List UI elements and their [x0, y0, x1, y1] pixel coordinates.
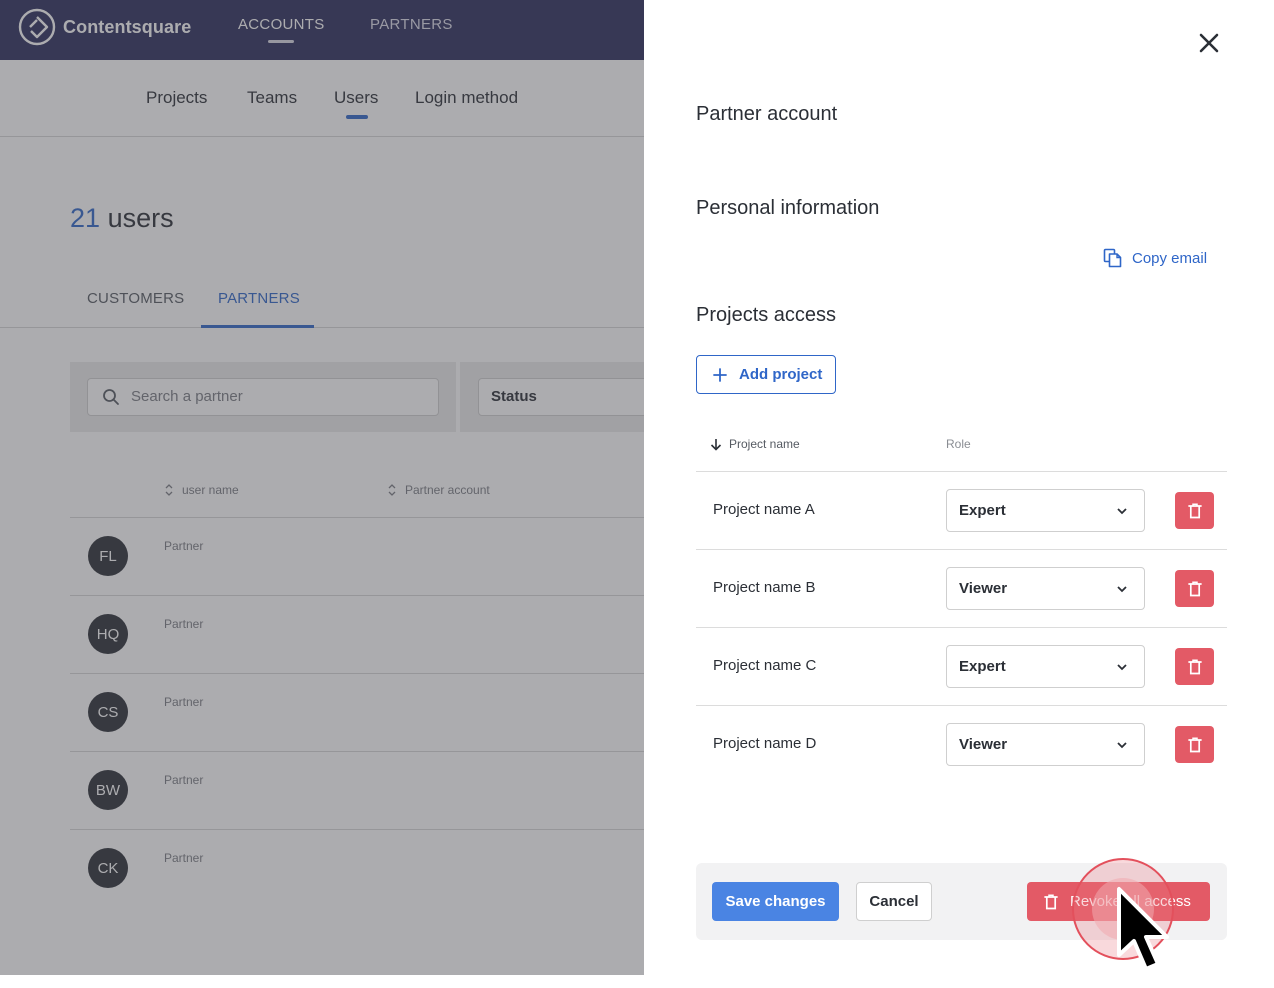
personal-information-title: Personal information [696, 197, 880, 219]
modal-backdrop[interactable] [0, 0, 644, 975]
role-select-value: Viewer [959, 736, 1008, 753]
copy-email-button[interactable]: Copy email [1103, 248, 1207, 268]
background-app: Contentsquare ACCOUNTS PARTNERS Projects… [0, 0, 644, 975]
role-select[interactable]: Viewer [946, 567, 1145, 610]
copy-icon [1103, 248, 1122, 268]
role-select[interactable]: Viewer [946, 723, 1145, 766]
role-select[interactable]: Expert [946, 489, 1145, 532]
column-header-label: Project name [729, 437, 800, 451]
row-divider [696, 627, 1227, 628]
projects-access-title: Projects access [696, 304, 837, 326]
row-divider [696, 705, 1227, 706]
chevron-down-icon [1117, 664, 1127, 671]
row-divider [696, 471, 1227, 472]
project-name: Project name A [713, 501, 815, 518]
role-select-value: Viewer [959, 580, 1008, 597]
role-select[interactable]: Expert [946, 645, 1145, 688]
role-select-value: Expert [959, 502, 1006, 519]
project-name: Project name C [713, 657, 817, 674]
delete-project-button[interactable] [1175, 492, 1214, 529]
delete-project-button[interactable] [1175, 648, 1214, 685]
trash-icon [1044, 894, 1058, 909]
partner-account-title: Partner account [696, 103, 838, 125]
user-details-drawer: Partner account Personal information Cop… [644, 0, 1274, 988]
trash-icon [1187, 581, 1202, 596]
project-name: Project name D [713, 735, 817, 752]
delete-project-button[interactable] [1175, 570, 1214, 607]
column-header-project-name[interactable]: Project name [710, 437, 800, 451]
plus-icon [713, 367, 727, 382]
add-project-label: Add project [739, 366, 823, 383]
chevron-down-icon [1117, 586, 1127, 593]
revoke-all-access-label: Revoke all access [1070, 893, 1191, 910]
revoke-all-access-button[interactable]: Revoke all access [1027, 882, 1210, 921]
chevron-down-icon [1117, 508, 1127, 515]
cancel-button[interactable]: Cancel [856, 882, 932, 921]
row-divider [696, 549, 1227, 550]
save-changes-button[interactable]: Save changes [712, 882, 839, 921]
column-header-role: Role [946, 437, 971, 451]
drawer-footer: Save changes Cancel Revoke all access [696, 863, 1227, 940]
role-select-value: Expert [959, 658, 1006, 675]
column-header-label: Role [946, 437, 971, 451]
trash-icon [1187, 503, 1202, 518]
delete-project-button[interactable] [1175, 726, 1214, 763]
add-project-button[interactable]: Add project [696, 355, 836, 394]
trash-icon [1187, 659, 1202, 674]
project-name: Project name B [713, 579, 816, 596]
sort-down-arrow-icon [710, 438, 722, 451]
copy-email-label: Copy email [1132, 249, 1208, 267]
chevron-down-icon [1117, 742, 1127, 749]
trash-icon [1187, 737, 1202, 752]
close-icon[interactable] [1196, 30, 1222, 56]
